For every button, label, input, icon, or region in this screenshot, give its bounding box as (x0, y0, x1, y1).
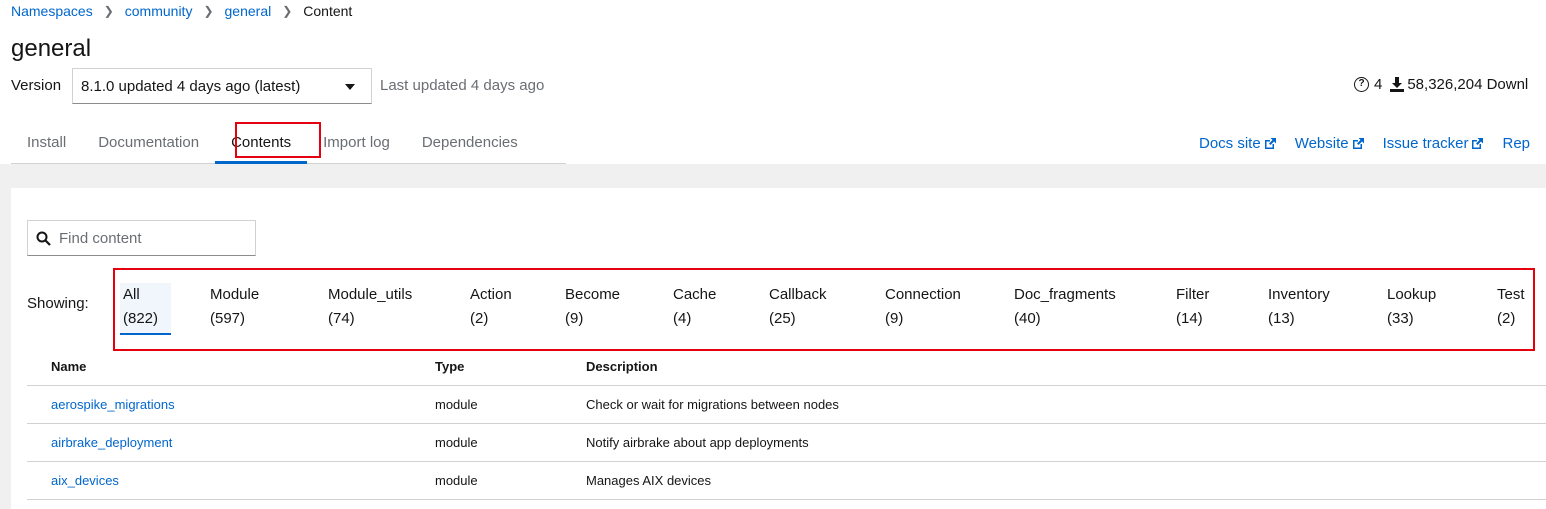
downloads-count: 58,326,204 Downl (1407, 76, 1529, 93)
filter-count: (9) (565, 310, 584, 327)
filter-count: (13) (1268, 310, 1295, 327)
filter-lookup[interactable]: Lookup (33) (1387, 283, 1436, 331)
column-header-type[interactable]: Type (435, 359, 464, 374)
column-header-description: Description (586, 358, 658, 374)
filter-count: (822) (123, 310, 159, 327)
filter-count: (33) (1387, 310, 1414, 327)
content-type: module (435, 435, 478, 450)
repo-link[interactable]: Rep (1502, 135, 1530, 152)
docs-site-link[interactable]: Docs site (1199, 135, 1276, 152)
filter-cache[interactable]: Cache (4) (673, 283, 716, 331)
content-type: module (435, 473, 478, 488)
breadcrumb-general[interactable]: general (225, 3, 272, 19)
page-title: general (11, 35, 92, 62)
table-header: Name Type Description (27, 347, 1546, 386)
filter-name: Lookup (1387, 286, 1437, 303)
docs-site-label: Docs site (1199, 135, 1261, 152)
filter-filter[interactable]: Filter (14) (1176, 283, 1209, 331)
filter-count: (2) (470, 310, 489, 327)
filter-count: (74) (328, 310, 355, 327)
filter-test[interactable]: Test (2) (1497, 283, 1525, 331)
contents-tab-highlight (235, 122, 321, 158)
issues-count: 4 (1374, 76, 1383, 93)
chevron-right-icon: ❯ (282, 4, 293, 18)
question-circle-icon[interactable]: ? (1354, 77, 1369, 92)
chevron-right-icon: ❯ (203, 4, 214, 18)
breadcrumb-namespaces[interactable]: Namespaces (11, 3, 93, 19)
filter-count: (597) (210, 310, 246, 327)
filter-connection[interactable]: Connection (9) (885, 283, 961, 331)
content-name-link[interactable]: aerospike_migrations (51, 397, 175, 412)
filter-count: (2) (1497, 310, 1516, 327)
filter-inventory[interactable]: Inventory (13) (1268, 283, 1330, 331)
last-updated-text: Last updated 4 days ago (380, 77, 545, 94)
caret-down-icon (345, 84, 355, 90)
content-description: Check or wait for migrations between nod… (586, 397, 839, 412)
tab-install[interactable]: Install (11, 126, 82, 163)
filter-name: All (123, 286, 140, 303)
version-selected-value: 8.1.0 updated 4 days ago (latest) (81, 77, 301, 95)
filter-name: Filter (1176, 286, 1210, 303)
table-row: airbrake_deployment module Notify airbra… (27, 424, 1546, 462)
tab-documentation[interactable]: Documentation (82, 126, 215, 163)
filter-callback[interactable]: Callback (25) (769, 283, 827, 331)
external-link-icon (1264, 137, 1276, 149)
filter-name: Module_utils (328, 286, 413, 303)
issue-tracker-link[interactable]: Issue tracker (1383, 135, 1484, 152)
search-icon (36, 231, 51, 246)
breadcrumb: Namespaces ❯ community ❯ general ❯ Conte… (11, 2, 352, 20)
external-link-icon (1472, 137, 1484, 149)
repo-label: Rep (1502, 135, 1531, 152)
filter-action[interactable]: Action (2) (470, 283, 512, 331)
tab-import-log[interactable]: Import log (307, 126, 406, 163)
breadcrumb-current: Content (303, 3, 353, 19)
filter-name: Connection (885, 286, 961, 303)
download-icon (1390, 77, 1405, 92)
search-box (27, 220, 256, 256)
filter-count: (25) (769, 310, 796, 327)
column-header-name[interactable]: Name (51, 359, 86, 374)
collection-stats: ? 4 58,326,204 Downl (1354, 76, 1528, 93)
filter-become[interactable]: Become (9) (565, 283, 620, 331)
content-type: module (435, 397, 478, 412)
chevron-right-icon: ❯ (103, 4, 114, 18)
tab-dependencies[interactable]: Dependencies (406, 126, 534, 163)
filter-name: Test (1497, 286, 1525, 303)
website-label: Website (1294, 135, 1349, 152)
filter-count: (9) (885, 310, 904, 327)
filter-name: Action (470, 286, 512, 303)
showing-label: Showing: (27, 295, 89, 312)
breadcrumb-community[interactable]: community (125, 3, 193, 19)
content-left-gutter (0, 188, 11, 509)
table-row: aix_devices module Manages AIX devices (27, 462, 1546, 500)
filter-name: Callback (769, 286, 827, 303)
filter-name: Module (210, 286, 260, 303)
content-name-link[interactable]: airbrake_deployment (51, 435, 172, 450)
content-description: Manages AIX devices (586, 473, 712, 488)
content-name-link[interactable]: aix_devices (51, 473, 119, 488)
table-row: aerospike_migrations module Check or wai… (27, 386, 1546, 424)
filter-name: Inventory (1268, 286, 1330, 303)
version-label: Version (11, 77, 62, 94)
filter-count: (4) (673, 310, 692, 327)
issue-tracker-label: Issue tracker (1382, 135, 1469, 152)
filter-module[interactable]: Module (597) (210, 283, 259, 331)
filter-doc-fragments[interactable]: Doc_fragments (40) (1014, 283, 1116, 331)
website-link[interactable]: Website (1295, 135, 1364, 152)
version-select[interactable]: 8.1.0 updated 4 days ago (latest) (72, 68, 372, 104)
content-table: Name Type Description aerospike_migratio… (27, 347, 1546, 500)
search-input[interactable] (59, 229, 239, 247)
filter-count: (40) (1014, 310, 1041, 327)
external-link-icon (1352, 137, 1364, 149)
filter-all[interactable]: All (822) (120, 283, 172, 335)
filter-name: Doc_fragments (1014, 286, 1116, 303)
filter-name: Become (565, 286, 621, 303)
external-links: Docs site Website Issue tracker Rep (1199, 135, 1546, 152)
content-description: Notify airbrake about app deployments (586, 435, 809, 450)
content-divider (0, 164, 1546, 188)
filter-count: (14) (1176, 310, 1203, 327)
filter-module-utils[interactable]: Module_utils (74) (328, 283, 412, 331)
filter-name: Cache (673, 286, 717, 303)
